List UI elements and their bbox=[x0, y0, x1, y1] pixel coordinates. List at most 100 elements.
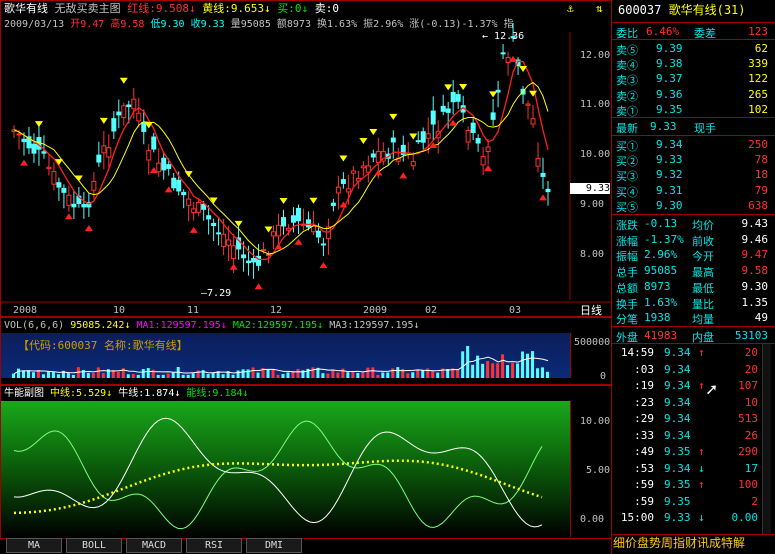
volume-bar bbox=[16, 368, 20, 378]
candle-body bbox=[141, 121, 147, 132]
volume-bar bbox=[221, 374, 225, 378]
volume-bar bbox=[521, 351, 525, 378]
energy-y-tick: 5.00 bbox=[586, 465, 611, 476]
candle-body bbox=[171, 177, 177, 189]
stat-value: 95085 bbox=[644, 264, 678, 278]
candle-body bbox=[66, 194, 72, 206]
buy-row[interactable]: 买④ 9.31 79 bbox=[612, 183, 772, 199]
sell-row[interactable]: 卖② 9.36 265 bbox=[612, 87, 772, 103]
tick-row[interactable]: :03 9.34 20 bbox=[612, 362, 772, 378]
tick-row[interactable]: :59 9.35 2 bbox=[612, 494, 772, 510]
volume-bar bbox=[501, 354, 505, 378]
tab-rsi[interactable]: RSI bbox=[186, 538, 242, 553]
volume-bar bbox=[96, 367, 100, 378]
volume-bar bbox=[331, 369, 335, 378]
buy-row[interactable]: 买① 9.34 250 bbox=[612, 137, 772, 153]
tab-macd[interactable]: MACD bbox=[126, 538, 182, 553]
sell-signal-marker bbox=[459, 84, 468, 91]
tick-row[interactable]: :59 9.35 ↑ 100 bbox=[612, 477, 772, 493]
candle-body bbox=[41, 151, 47, 154]
volume-bar bbox=[356, 373, 360, 378]
volume-bar bbox=[71, 374, 75, 378]
tick-row[interactable]: :29 9.34 513 bbox=[612, 411, 772, 427]
volume-bar bbox=[411, 372, 415, 378]
candle-body bbox=[251, 258, 257, 263]
divider bbox=[612, 343, 775, 344]
volume-bar bbox=[91, 373, 95, 378]
tick-time: :29 bbox=[634, 412, 654, 425]
buy-signal-marker bbox=[229, 263, 238, 270]
y-tick: 12.00 bbox=[580, 50, 611, 61]
candle-body bbox=[440, 105, 446, 112]
candle-body bbox=[545, 188, 551, 193]
bottom-banner[interactable]: 细价盘势周指财讯成特解 bbox=[613, 537, 773, 549]
tick-price: 9.33 bbox=[664, 511, 691, 524]
volume-bar bbox=[271, 369, 275, 378]
candle-body bbox=[51, 171, 57, 185]
candle-body bbox=[71, 203, 77, 208]
divider bbox=[612, 39, 775, 40]
buy-signal-marker bbox=[319, 262, 328, 269]
tick-row[interactable]: :19 9.34 ↑ 107 bbox=[612, 378, 772, 394]
current-price-tag: 9.33 bbox=[570, 183, 610, 194]
stats-row: 总手 95085 最高 9.58 bbox=[612, 263, 772, 279]
volume-bar bbox=[471, 364, 475, 378]
stat-value: 9.43 bbox=[741, 217, 769, 230]
volume-bar bbox=[161, 374, 165, 378]
volume-bar bbox=[361, 372, 365, 378]
tick-direction-icon: ↑ bbox=[698, 346, 705, 359]
sell-signal-marker bbox=[34, 121, 43, 128]
energy-title: 牛能副图 bbox=[4, 388, 44, 399]
volume-bar bbox=[286, 372, 290, 378]
sell-row[interactable]: 卖④ 9.38 339 bbox=[612, 56, 772, 72]
candle-body bbox=[246, 260, 252, 264]
volume-bar bbox=[491, 363, 495, 378]
stat-value: 1938 bbox=[644, 311, 671, 325]
tick-row[interactable]: :33 9.34 26 bbox=[612, 428, 772, 444]
tab-dmi[interactable]: DMI bbox=[246, 538, 302, 553]
candle-body bbox=[271, 231, 277, 237]
order-label: 买⑤ bbox=[616, 200, 638, 214]
candle-body bbox=[266, 254, 272, 257]
weibi-row: 委比 6.46% 委差 123 bbox=[612, 24, 772, 40]
latest-value: 9.33 bbox=[650, 120, 677, 133]
buy-row[interactable]: 买③ 9.32 18 bbox=[612, 167, 772, 183]
candle-body bbox=[375, 151, 381, 164]
divider bbox=[612, 117, 775, 118]
tick-row[interactable]: :53 9.34 ↓ 17 bbox=[612, 461, 772, 477]
tick-row[interactable]: 14:59 9.34 ↑ 20 bbox=[612, 345, 772, 361]
stat-value: 49 bbox=[754, 311, 768, 325]
volume-bar bbox=[21, 370, 25, 378]
buy-row[interactable]: 买⑤ 9.30 638 bbox=[612, 198, 772, 214]
candle-body bbox=[131, 98, 137, 110]
stat-label: 量比 bbox=[692, 297, 714, 311]
energy-line bbox=[13, 420, 543, 530]
high-label-value: 12.36 bbox=[494, 31, 525, 42]
sell-signal-marker bbox=[359, 138, 368, 145]
candle-body bbox=[290, 215, 296, 223]
candle-body bbox=[370, 153, 376, 158]
order-price: 9.35 bbox=[656, 102, 683, 116]
tab-ma[interactable]: MA bbox=[6, 538, 62, 553]
tick-volume: 20 bbox=[744, 362, 758, 376]
tab-boll[interactable]: BOLL bbox=[66, 538, 122, 553]
tick-scrollbar[interactable] bbox=[762, 344, 771, 534]
volume-bar bbox=[546, 371, 549, 378]
volume-bar bbox=[126, 374, 130, 378]
down-arrow-icon: ↓ bbox=[106, 388, 113, 399]
sell-row[interactable]: 卖① 9.35 102 bbox=[612, 102, 772, 118]
divider bbox=[612, 326, 775, 327]
sell-row[interactable]: 卖⑤ 9.39 62 bbox=[612, 41, 772, 57]
candle-body bbox=[430, 110, 436, 125]
tick-row[interactable]: 15:00 9.33 ↓ 0.00 bbox=[612, 510, 772, 526]
tick-volume: 513 bbox=[738, 412, 758, 425]
volume-bar bbox=[416, 369, 420, 378]
volume-bar bbox=[241, 369, 245, 378]
sell-row[interactable]: 卖③ 9.37 122 bbox=[612, 71, 772, 87]
tick-row[interactable]: :23 9.34 10 bbox=[612, 395, 772, 411]
tick-price: 9.34 bbox=[664, 346, 691, 359]
candlestick-chart[interactable] bbox=[0, 0, 612, 318]
volume-bar bbox=[461, 351, 465, 378]
buy-row[interactable]: 买② 9.33 78 bbox=[612, 152, 772, 168]
tick-row[interactable]: :49 9.35 ↑ 290 bbox=[612, 444, 772, 460]
